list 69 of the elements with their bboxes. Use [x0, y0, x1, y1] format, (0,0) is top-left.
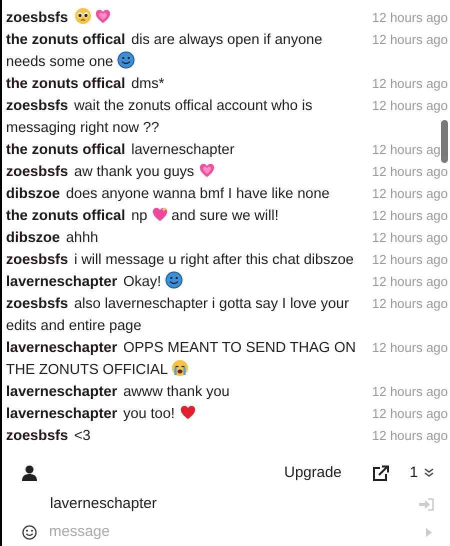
message-text: OPPS MEANT TO SEND THAG ON: [123, 340, 356, 356]
timestamp: 12 hours ago: [372, 273, 448, 291]
timestamp: 12 hours ago: [372, 31, 448, 49]
username-text[interactable]: zoesbsfs: [6, 164, 68, 180]
message-text: also laverneschapter i gotta say I love your: [74, 296, 349, 312]
message-text: you too!: [123, 406, 175, 422]
heart-icon: [198, 161, 216, 179]
message-text: and sure we will!: [171, 208, 279, 224]
message-text: laverneschapter: [131, 142, 234, 158]
username-text[interactable]: laverneschapter: [6, 340, 118, 356]
username-text[interactable]: the zonuts offical: [6, 208, 126, 224]
scrollbar-thumb[interactable]: [441, 120, 448, 163]
crying-face-icon: [171, 359, 190, 377]
username-text[interactable]: the zonuts offical: [6, 142, 126, 158]
message-text: dis are always open if anyone: [131, 32, 322, 48]
message-text: Okay!: [123, 274, 162, 290]
username-text[interactable]: zoesbsfs: [6, 428, 68, 444]
message-text: does anyone wanna bmf I have like none: [66, 186, 330, 202]
username-text[interactable]: laverneschapter: [6, 406, 118, 422]
smiley-icon[interactable]: [22, 524, 37, 540]
smiley-face-icon: [117, 51, 136, 69]
username-text: laverneschapter: [50, 494, 158, 514]
heart-icon: [151, 205, 170, 223]
message-text: ahhh: [66, 230, 98, 246]
username-text[interactable]: the zonuts offical: [6, 76, 126, 92]
double-chevron-down-icon[interactable]: [424, 468, 434, 478]
username-text[interactable]: the zonuts offical: [6, 32, 126, 48]
message-text: messaging right now ??: [6, 120, 160, 136]
upgrade-button[interactable]: Upgrade: [284, 462, 342, 484]
timestamp: 12 hours ago: [372, 427, 448, 445]
timestamp: 12 hours ago: [372, 97, 448, 115]
timestamp: 12 hours ago: [372, 185, 448, 203]
username-text[interactable]: dibszoe: [6, 186, 60, 202]
timestamp: 12 hours ago: [372, 75, 448, 93]
username-text[interactable]: zoesbsfs: [6, 296, 68, 312]
message-text: aw thank you guys: [74, 164, 194, 180]
timestamp: 12 hours ago: [372, 251, 448, 269]
timestamp: 12 hours ago: [372, 295, 448, 313]
heart-icon: [178, 403, 197, 421]
count-text: 1: [410, 462, 418, 483]
username-text[interactable]: dibszoe: [6, 230, 60, 246]
message-text: i will message u right after this chat dibszoe: [74, 252, 354, 268]
timestamp: 12 hours ago: [372, 229, 448, 247]
message-text: <3: [74, 428, 91, 444]
username-text[interactable]: laverneschapter: [6, 384, 118, 400]
timestamp: 12 hours ago: [372, 383, 448, 401]
message-input[interactable]: message: [49, 520, 426, 544]
user-icon[interactable]: [22, 465, 37, 482]
pleading-face-icon: [74, 7, 92, 25]
timestamp: 12 hours ago: [372, 405, 448, 423]
username-text[interactable]: zoesbsfs: [6, 10, 68, 26]
message-text: dms*: [131, 76, 164, 92]
smiley-face-icon: [165, 271, 184, 289]
timestamp: 12 hours ago: [372, 9, 448, 27]
message-text: awww thank you: [123, 384, 230, 400]
external-link-icon[interactable]: [372, 464, 390, 482]
username-text[interactable]: zoesbsfs: [6, 252, 68, 268]
username-text[interactable]: laverneschapter: [6, 274, 118, 290]
message-text: np: [131, 208, 148, 224]
message-text: THE ZONUTS OFFICIAL: [6, 362, 168, 378]
timestamp: 12 hours ago: [372, 339, 448, 357]
heart-icon: [94, 7, 112, 25]
message-text: wait the zonuts offical account who is: [74, 98, 312, 114]
timestamp: 12 hours ago: [372, 163, 448, 181]
message-text: edits and entire page: [6, 318, 142, 334]
timestamp: 12 hours ago: [372, 207, 448, 225]
timestamp: 12 hours ag: [372, 141, 441, 159]
username-text[interactable]: zoesbsfs: [6, 98, 68, 114]
message-text: needs some one: [6, 54, 114, 70]
